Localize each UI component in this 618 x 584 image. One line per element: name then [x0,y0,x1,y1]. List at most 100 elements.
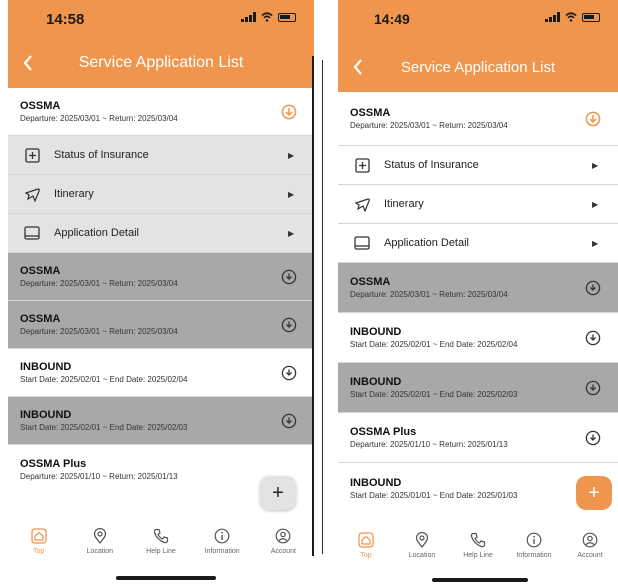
battery-icon [278,12,296,22]
application-dates: Departure: 2025/03/01 ~ Return: 2025/03/… [350,290,508,299]
application-list: OSSMA Departure: 2025/03/01 ~ Return: 202… [8,88,314,493]
application-name: OSSMA [20,265,61,277]
expand-circle-icon[interactable] [585,380,601,396]
back-button[interactable] [338,59,378,75]
location-pin-icon [415,532,429,548]
tab-label: Help Line [463,552,493,559]
wifi-icon [565,12,577,22]
tab-label: Location [86,548,114,555]
status-time: 14:58 [46,10,85,28]
application-row[interactable]: OSSMA Departure: 2025/03/01 ~ Return: 202… [8,301,314,349]
expand-circle-icon[interactable] [585,280,601,296]
application-row[interactable]: INBOUND Start Date: 2025/02/01 ~ End Date… [338,363,618,413]
wifi-icon [261,12,273,22]
bottom-tab-bar: Top Location Help Line Information Accou… [8,526,314,566]
chevron-left-icon [353,59,362,75]
application-dates: Departure: 2025/01/10 ~ Return: 2025/01/… [350,440,508,449]
expand-circle-icon[interactable] [281,269,297,285]
home-icon [30,528,47,544]
plus-square-icon [24,147,40,163]
application-row[interactable]: OSSMA Departure: 2025/03/01 ~ Return: 202… [8,253,314,301]
application-name: INBOUND [20,361,72,373]
tab-label: Location [408,552,436,559]
status-bar: 14:49 [338,0,618,38]
application-row[interactable]: INBOUND Start Date: 2025/02/01 ~ End Date… [338,313,618,363]
tablet-icon [24,226,40,240]
menu-item-status-of-insurance[interactable]: Status of Insurance ▶ [338,146,618,185]
expand-circle-icon[interactable] [585,330,601,346]
status-bar: 14:58 [8,0,314,38]
tab-account[interactable]: Account [563,530,617,570]
chevron-right-icon: ▶ [288,189,295,199]
nav-row: Service Application List [8,38,314,88]
home-indicator [432,578,528,582]
tab-account[interactable]: Account [256,526,310,566]
application-name: OSSMA [350,107,391,119]
signal-icon [241,12,256,22]
tablet-icon [354,236,370,250]
application-row[interactable]: OSSMA Plus Departure: 2025/01/10 ~ Return… [338,413,618,463]
home-indicator [116,576,216,580]
phone-icon [153,528,169,544]
application-name: OSSMA Plus [350,426,417,438]
signal-icon [545,12,560,22]
application-dates: Departure: 2025/03/01 ~ Return: 2025/03/… [20,114,178,123]
tab-label: Account [577,552,603,559]
add-application-button[interactable]: + [260,476,296,510]
menu-item-application-detail[interactable]: Application Detail ▶ [338,224,618,263]
airplane-icon [354,197,370,212]
tab-top[interactable]: Top [339,530,393,570]
frame-edge [312,56,314,556]
application-name: INBOUND [20,409,72,421]
system-icons [241,12,296,22]
back-button[interactable] [8,55,48,71]
menu-item-itinerary[interactable]: Itinerary ▶ [8,175,314,214]
application-list: OSSMA Departure: 2025/03/01 ~ Return: 202… [338,92,618,513]
tab-information[interactable]: Information [195,526,249,566]
collapse-circle-icon[interactable] [281,104,297,120]
tab-location[interactable]: Location [73,526,127,566]
application-name: OSSMA [20,313,61,325]
add-application-button[interactable]: + [576,476,612,510]
expand-circle-icon[interactable] [281,365,297,381]
phone-screen-right: 14:49 Service Application List OSSMA Depa… [338,0,618,584]
collapse-circle-icon[interactable] [585,111,601,127]
application-row[interactable]: OSSMA Departure: 2025/03/01 ~ Return: 202… [8,88,314,136]
application-name: INBOUND [350,376,402,388]
tab-information[interactable]: Information [507,530,561,570]
tab-top[interactable]: Top [12,526,66,566]
expand-circle-icon[interactable] [281,317,297,333]
tab-help-line[interactable]: Help Line [451,530,505,570]
page-title: Service Application List [78,54,244,71]
phone-icon [470,532,486,548]
application-row[interactable]: INBOUND Start Date: 2025/02/01 ~ End Date… [8,397,314,445]
tab-location[interactable]: Location [395,530,449,570]
expand-circle-icon[interactable] [585,430,601,446]
application-row[interactable]: OSSMA Departure: 2025/03/01 ~ Return: 202… [338,92,618,146]
battery-icon [582,12,600,22]
application-row[interactable]: OSSMA Departure: 2025/03/01 ~ Return: 202… [338,263,618,313]
phone-screen-left: 14:58 Service Application List OSSMA Depa… [8,0,314,584]
application-dates: Departure: 2025/03/01 ~ Return: 2025/03/… [20,279,178,288]
menu-item-label: Application Detail [384,237,469,249]
menu-item-label: Itinerary [54,188,94,200]
tab-help-line[interactable]: Help Line [134,526,188,566]
chevron-right-icon: ▶ [592,238,599,248]
page-title: Service Application List [400,58,556,76]
location-pin-icon [93,528,106,544]
menu-item-status-of-insurance[interactable]: Status of Insurance ▶ [8,136,314,175]
application-name: INBOUND [350,326,402,338]
menu-item-label: Status of Insurance [384,159,479,171]
plus-square-icon [354,157,370,173]
header-bar: 14:49 Service Application List [338,0,618,92]
expand-circle-icon[interactable] [281,413,297,429]
tab-label: Top [360,552,372,559]
application-dates: Start Date: 2025/02/01 ~ End Date: 2025/… [350,340,518,349]
menu-item-itinerary[interactable]: Itinerary ▶ [338,185,618,224]
application-row[interactable]: INBOUND Start Date: 2025/02/01 ~ End Date… [8,349,314,397]
application-dates: Start Date: 2025/02/01 ~ End Date: 2025/… [20,375,188,384]
menu-item-application-detail[interactable]: Application Detail ▶ [8,214,314,253]
status-time: 14:49 [374,11,410,27]
menu-item-label: Status of Insurance [54,149,149,161]
tab-label: Information [204,548,240,555]
